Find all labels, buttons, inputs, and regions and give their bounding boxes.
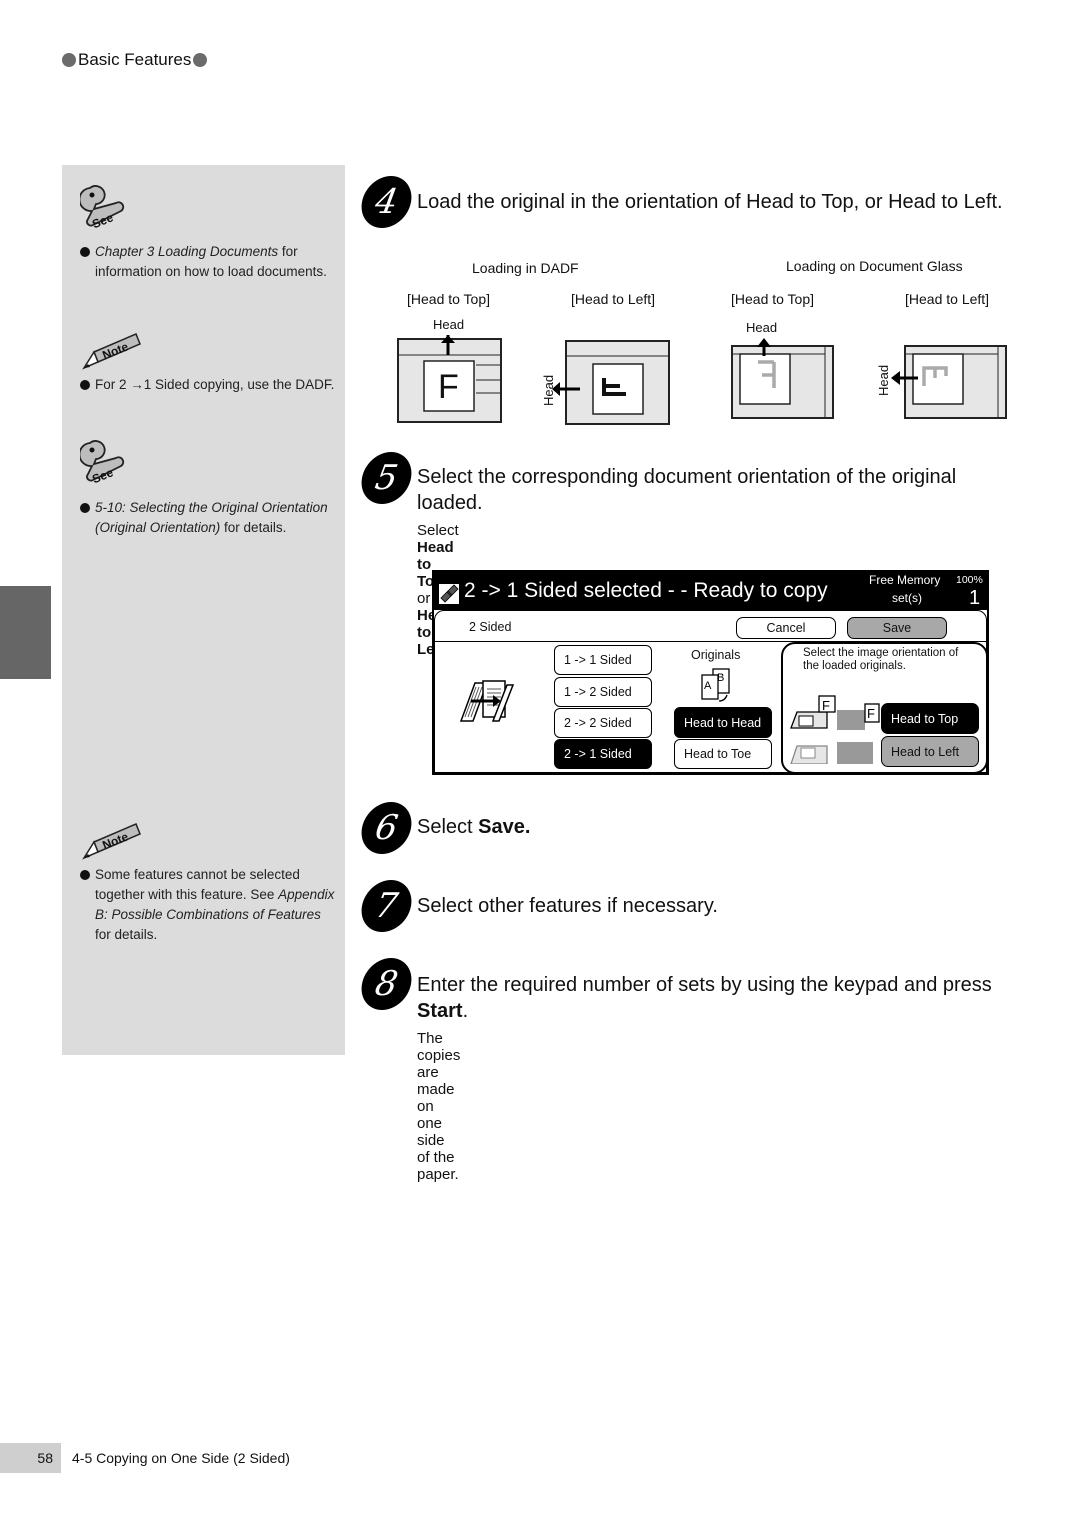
bullet-icon — [80, 247, 90, 257]
svg-text:A: A — [704, 680, 712, 692]
originals-head-to-toe[interactable]: Head to Toe — [674, 739, 772, 769]
glass-head-to-top-diagram — [731, 338, 834, 419]
orientation-head-to-left[interactable]: Head to Left — [881, 736, 979, 767]
note-icon: Note — [82, 823, 141, 860]
step-text: Select Save. — [417, 816, 531, 838]
svg-text:Note: Note — [100, 339, 130, 362]
dadf-head-to-top-label: [Head to Top] — [407, 291, 491, 307]
tab-2-sided[interactable]: 2 Sided — [469, 620, 511, 634]
glass-title: Loading on Document Glass — [786, 258, 963, 274]
free-memory-value: 100% — [956, 574, 983, 586]
option-2-to-2-sided[interactable]: 2 -> 2 Sided — [554, 708, 652, 738]
see-icon: See — [80, 185, 125, 231]
step-text: Select other features if necessary. — [417, 895, 718, 917]
reference-item: Some features cannot be selected togethe… — [80, 865, 335, 945]
step-number: 7 — [357, 880, 416, 932]
head-label: Head — [746, 320, 778, 335]
step-text: Enter the required number of sets by usi… — [417, 974, 992, 1022]
reference-link[interactable]: Chapter 3 Loading Documents — [95, 244, 278, 259]
step-number: 4 — [357, 176, 416, 228]
head-label: Head — [433, 317, 465, 332]
glass-head-to-left-label: [Head to Left] — [905, 291, 990, 307]
option-1-to-1-sided[interactable]: 1 -> 1 Sided — [554, 645, 652, 675]
bullet-icon — [80, 503, 90, 513]
step-number: 5 — [357, 452, 416, 504]
svg-text:F: F — [438, 368, 459, 406]
bullet-icon — [80, 380, 90, 390]
dadf-head-to-top-diagram: F — [397, 335, 502, 423]
sets-count: 1 — [969, 587, 981, 609]
orientation-head-to-top[interactable]: Head to Top — [881, 703, 979, 734]
step-text: Load the original in the orientation of … — [417, 191, 1003, 213]
glass-head-to-left-diagram: Head — [876, 345, 1007, 419]
svg-text:F: F — [867, 706, 875, 721]
dadf-head-to-left-label: [Head to Left] — [571, 291, 656, 307]
step-text: Select the corresponding document orient… — [417, 466, 957, 514]
option-1-to-2-sided[interactable]: 1 -> 2 Sided — [554, 677, 652, 707]
dadf-title: Loading in DADF — [472, 260, 579, 276]
originals-icon: B A — [701, 668, 730, 702]
reference-item: 5-10: Selecting the Original Orientation… — [80, 498, 335, 538]
copy-docs-icon — [439, 584, 459, 604]
save-button[interactable]: Save — [847, 617, 947, 639]
orientation-icons: F F — [790, 695, 880, 764]
page-number: 58 — [0, 1443, 61, 1473]
note-icon: Note — [82, 333, 141, 370]
sets-label: set(s) — [892, 591, 922, 605]
reference-item: For 2 →1 Sided copying, use the DADF. — [80, 375, 335, 395]
orientation-prompt: Select the image orientation of the load… — [803, 647, 959, 672]
see-icon: See — [80, 440, 125, 486]
copier-touch-panel: 2 -> 1 Sided selected - - Ready to copy … — [432, 570, 989, 775]
orientation-popup: Select the image orientation of the load… — [781, 642, 988, 774]
glass-head-to-top-label: [Head to Top] — [731, 291, 815, 307]
svg-text:Note: Note — [100, 829, 130, 852]
section-title: Basic Features — [78, 50, 192, 69]
dadf-head-to-left-diagram: Head — [541, 340, 670, 425]
svg-text:Head: Head — [876, 365, 891, 396]
cancel-button[interactable]: Cancel — [736, 617, 836, 639]
panel-body: 2 Sided Cancel Save 1 -> 1 Sided 1 -> 2 … — [434, 610, 988, 774]
bullet-icon — [62, 53, 76, 67]
chapter-tab — [0, 586, 51, 679]
bullet-icon — [80, 870, 90, 880]
svg-text:F: F — [822, 698, 830, 713]
reference-item: Chapter 3 Loading Documents for informat… — [80, 242, 335, 282]
status-message: 2 -> 1 Sided selected - - Ready to copy — [464, 579, 828, 602]
section-header: Basic Features — [62, 50, 208, 70]
status-bar: 2 -> 1 Sided selected - - Ready to copy … — [434, 572, 987, 610]
option-2-to-1-sided[interactable]: 2 -> 1 Sided — [554, 739, 652, 769]
footer-section-title: 4-5 Copying on One Side (2 Sided) — [72, 1450, 290, 1466]
step-subtext: The copies are made on one side of the p… — [417, 1030, 461, 1183]
originals-label: Originals — [691, 648, 741, 662]
two-to-one-sided-icon — [459, 680, 515, 722]
step-number: 8 — [357, 958, 416, 1010]
reference-panel: See Chapter 3 Loading Documents for info… — [62, 165, 345, 1055]
step-number: 6 — [357, 802, 416, 854]
reference-link[interactable]: 5-10: Selecting the Original Orientation… — [95, 500, 328, 535]
free-memory-label: Free Memory — [869, 573, 941, 587]
originals-head-to-head[interactable]: Head to Head — [674, 707, 772, 738]
arrow-icon: → — [130, 377, 144, 392]
bullet-icon — [193, 53, 208, 67]
